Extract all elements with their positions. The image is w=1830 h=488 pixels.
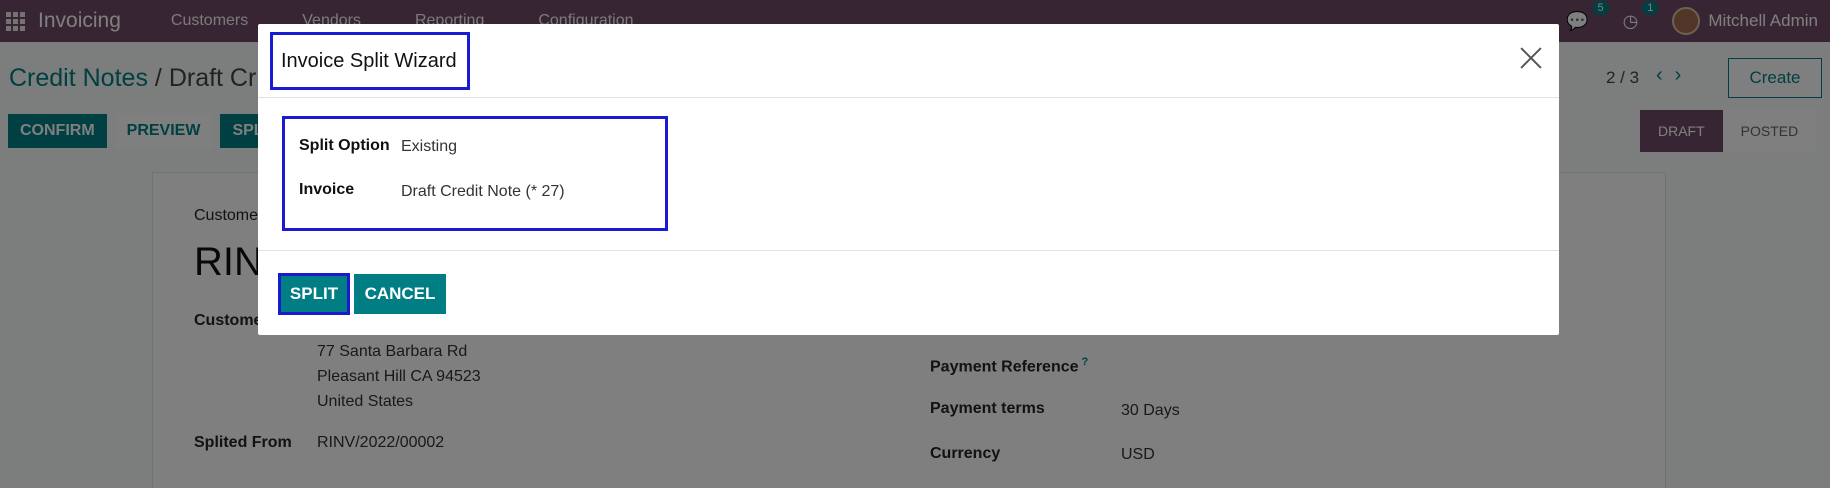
cancel-button[interactable]: CANCEL bbox=[354, 274, 446, 314]
invoice-value[interactable]: Draft Credit Note (* 27) bbox=[401, 183, 565, 201]
wizard-fields: Split Option Existing Invoice Draft Cred… bbox=[282, 116, 668, 231]
close-icon[interactable] bbox=[1519, 46, 1543, 70]
modal-footer bbox=[258, 250, 1559, 335]
modal-header: Invoice Split Wizard bbox=[258, 24, 1559, 98]
invoice-label: Invoice bbox=[299, 181, 355, 198]
split-button[interactable]: SPLIT bbox=[278, 273, 350, 315]
invoice-split-wizard-dialog: Invoice Split Wizard Split Option Existi… bbox=[258, 24, 1559, 335]
split-option-label: Split Option bbox=[299, 137, 390, 154]
split-option-value[interactable]: Existing bbox=[401, 138, 457, 156]
modal-title: Invoice Split Wizard bbox=[270, 32, 470, 90]
